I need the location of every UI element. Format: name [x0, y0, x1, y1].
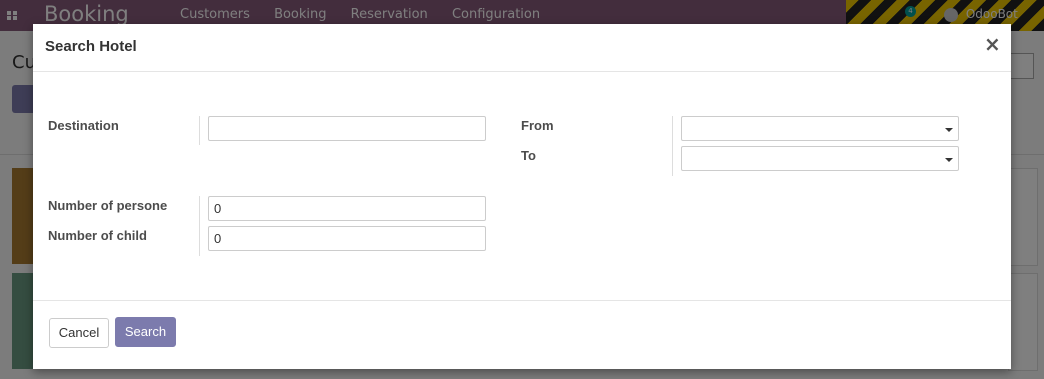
from-label: From — [521, 118, 554, 133]
to-label: To — [521, 148, 536, 163]
cancel-button[interactable]: Cancel — [49, 318, 109, 348]
persons-input[interactable] — [208, 196, 486, 221]
from-select[interactable] — [681, 116, 959, 141]
divider — [199, 116, 200, 145]
to-select[interactable] — [681, 146, 959, 171]
persons-label: Number of persone — [48, 198, 168, 213]
destination-input[interactable] — [208, 116, 486, 141]
divider — [672, 116, 673, 176]
children-label: Number of child — [48, 228, 147, 243]
close-icon[interactable]: × — [984, 34, 1001, 54]
children-input[interactable] — [208, 226, 486, 251]
dialog-footer-divider — [33, 300, 1011, 301]
search-hotel-dialog: Search Hotel × Destination From To Numbe… — [33, 24, 1011, 369]
divider — [199, 196, 200, 256]
caret-down-icon — [945, 128, 953, 132]
dialog-header: Search Hotel × — [33, 24, 1011, 72]
caret-down-icon — [945, 158, 953, 162]
dialog-title: Search Hotel — [45, 38, 137, 55]
destination-label: Destination — [48, 118, 119, 133]
search-button[interactable]: Search — [115, 317, 176, 347]
